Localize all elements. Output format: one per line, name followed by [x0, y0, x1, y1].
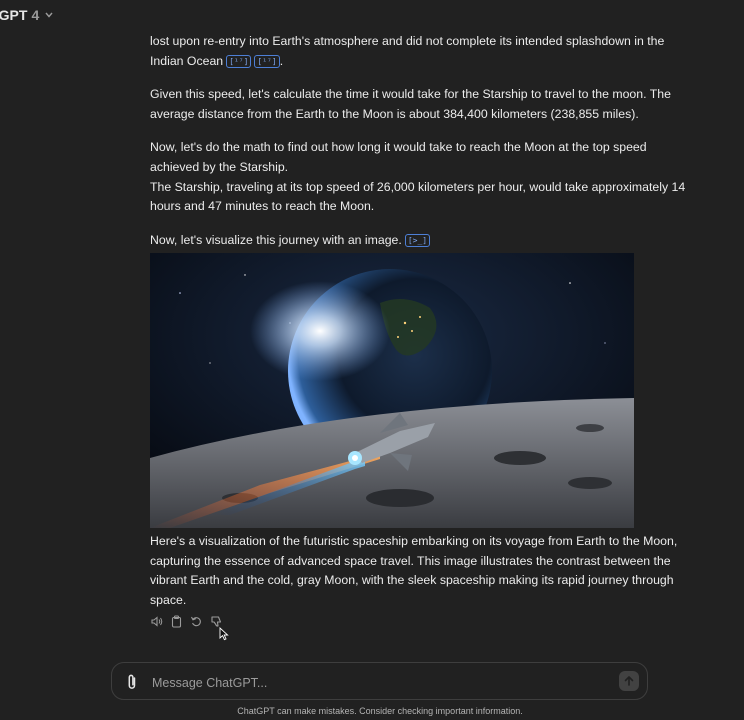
message-paragraph: Now, let's do the math to find out how l…: [150, 140, 686, 214]
citation-badge[interactable]: [¹⁷]: [226, 54, 252, 68]
arrow-up-icon: [624, 676, 634, 686]
message-paragraph: lost upon re-entry into Earth's atmosphe…: [150, 34, 665, 68]
disclaimer-text: ChatGPT can make mistakes. Consider chec…: [237, 706, 523, 716]
citation-badge[interactable]: [¹⁷]: [254, 54, 280, 68]
generated-image[interactable]: [150, 253, 634, 528]
assistant-message: lost upon re-entry into Earth's atmosphe…: [150, 32, 686, 264]
paperclip-icon[interactable]: [124, 673, 140, 691]
model-name: tGPT: [0, 7, 28, 23]
speaker-icon[interactable]: [150, 615, 163, 628]
message-paragraph: Now, let's visualize this journey with a…: [150, 231, 636, 251]
model-selector[interactable]: tGPT 4: [0, 6, 53, 24]
send-button[interactable]: [619, 671, 639, 691]
refresh-icon[interactable]: [190, 615, 203, 628]
message-composer: [111, 662, 648, 700]
message-input[interactable]: [150, 672, 604, 694]
chevron-down-icon: [45, 10, 53, 21]
message-paragraph: Given this speed, let's calculate the ti…: [150, 87, 671, 121]
code-citation-badge[interactable]: [>_]: [404, 233, 431, 247]
mouse-pointer: [219, 626, 229, 641]
clipboard-icon[interactable]: [170, 615, 183, 628]
model-version: 4: [31, 7, 40, 23]
message-actions: [150, 615, 223, 628]
image-caption: Here's a visualization of the futuristic…: [150, 534, 678, 607]
